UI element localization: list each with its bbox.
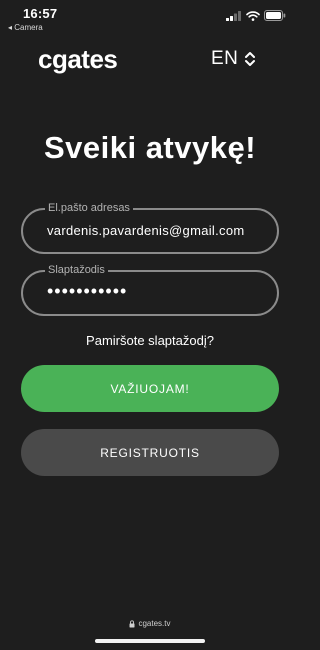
email-field[interactable]: El.pašto adresas vardenis.pavardenis@gma… <box>21 201 279 254</box>
lock-icon <box>129 619 135 627</box>
login-screen: 16:57 ◂ Camera cgates EN Sveiki atvykę! … <box>0 0 300 650</box>
cgates-logo: cgates <box>38 44 118 74</box>
login-button-label: VAŽIUOJAM! <box>110 381 190 396</box>
status-bar: 16:57 ◂ Camera <box>0 0 300 34</box>
register-button-label: REGISTRUOTIS <box>100 445 200 460</box>
wifi-icon <box>246 10 260 21</box>
home-indicator[interactable] <box>95 639 205 643</box>
battery-icon <box>264 10 286 21</box>
browser-url-bar[interactable]: cgates.tv <box>0 619 300 628</box>
password-field-value[interactable]: ••••••••••• <box>47 281 127 302</box>
url-text: cgates.tv <box>138 619 171 628</box>
page-title: Sveiki atvykę! <box>43 130 257 165</box>
language-label: EN <box>211 48 239 69</box>
language-selector[interactable]: EN <box>211 48 256 70</box>
signal-icon <box>226 10 241 21</box>
email-field-label: El.pašto adresas <box>45 201 133 215</box>
password-field[interactable]: Slaptažodis ••••••••••• <box>21 263 279 316</box>
register-button[interactable]: REGISTRUOTIS <box>21 429 279 476</box>
login-button[interactable]: VAŽIUOJAM! <box>21 365 279 412</box>
email-field-value[interactable]: vardenis.pavardenis@gmail.com <box>47 223 244 238</box>
forgot-password-link[interactable]: Pamiršote slaptažodį? <box>0 333 300 348</box>
back-to-camera-link[interactable]: ◂ Camera <box>8 23 43 32</box>
password-field-label: Slaptažodis <box>45 263 108 277</box>
status-time: 16:57 <box>23 6 58 21</box>
chevron-updown-icon <box>245 52 256 66</box>
status-icons <box>226 10 286 21</box>
